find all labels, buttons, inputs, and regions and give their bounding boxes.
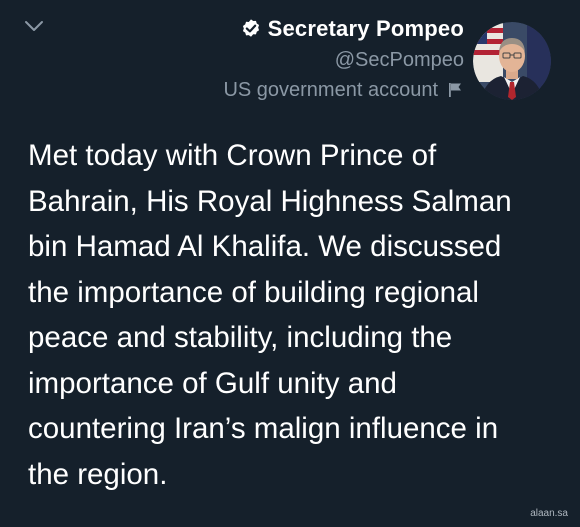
flag-icon — [449, 83, 461, 97]
profile-photo — [473, 22, 551, 100]
name-row: Secretary Pompeo — [223, 14, 464, 44]
account-label-row: US government account — [223, 76, 464, 104]
account-label[interactable]: US government account — [223, 79, 438, 102]
avatar[interactable] — [473, 22, 551, 100]
display-name[interactable]: Secretary Pompeo — [268, 16, 464, 42]
verified-badge-icon — [242, 19, 259, 37]
user-handle[interactable]: @SecPompeo — [223, 46, 464, 74]
chevron-down-icon — [25, 21, 43, 31]
account-header: Secretary Pompeo @SecPompeo US governmen… — [223, 14, 464, 104]
collapse-button[interactable] — [22, 14, 46, 38]
watermark: alaan.sa — [530, 508, 568, 519]
tweet-text: Met today with Crown Prince of Bahrain, … — [28, 139, 512, 491]
